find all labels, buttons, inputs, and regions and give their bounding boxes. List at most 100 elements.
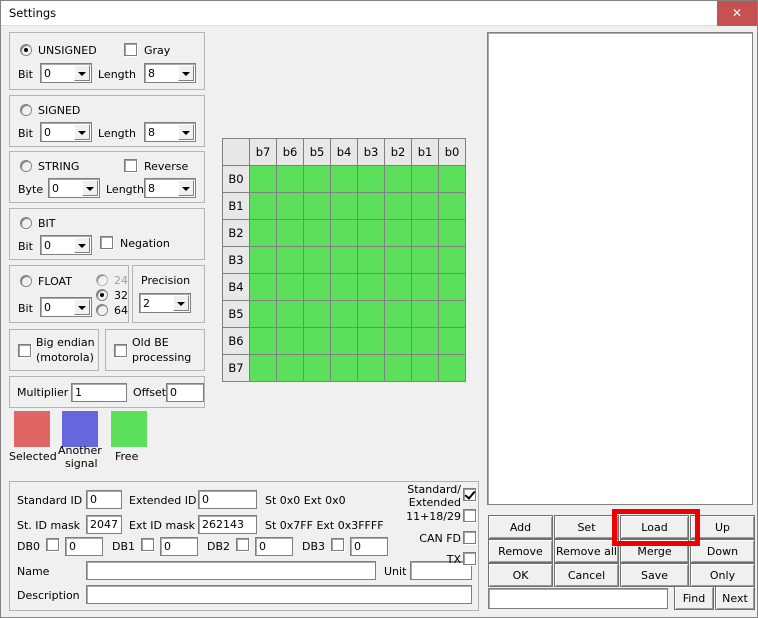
next-button[interactable]: Next: [715, 586, 755, 610]
combo-float-bit[interactable]: 0: [40, 297, 92, 317]
bit-cell-B2-b2[interactable]: [385, 220, 411, 246]
bit-cell-B0-b7[interactable]: [250, 166, 276, 192]
checkbox-reverse[interactable]: [124, 159, 137, 172]
bit-cell-B2-b3[interactable]: [358, 220, 384, 246]
close-icon[interactable]: ✕: [717, 1, 757, 26]
input-ext-id-mask[interactable]: 262143: [198, 515, 257, 534]
bit-cell-B2-b5[interactable]: [304, 220, 330, 246]
bit-cell-B7-b3[interactable]: [358, 355, 384, 381]
radio-float-32[interactable]: [96, 289, 108, 301]
only-button[interactable]: Only: [690, 563, 755, 587]
remove-all-button[interactable]: Remove all: [554, 539, 619, 563]
bit-cell-B0-b0[interactable]: [439, 166, 465, 192]
radio-unsigned[interactable]: [20, 44, 32, 56]
bit-cell-B6-b3[interactable]: [358, 328, 384, 354]
remove-button[interactable]: Remove: [488, 539, 553, 563]
bit-cell-B5-b5[interactable]: [304, 301, 330, 327]
combo-signed-length[interactable]: 8: [144, 122, 196, 142]
bit-cell-B4-b7[interactable]: [250, 274, 276, 300]
up-button[interactable]: Up: [690, 515, 755, 539]
combo-signed-bit[interactable]: 0: [40, 122, 92, 142]
radio-float-64[interactable]: [96, 304, 108, 316]
combo-bit-bit[interactable]: 0: [40, 235, 92, 255]
checkbox-can-fd[interactable]: [463, 531, 476, 544]
radio-string[interactable]: [20, 160, 32, 172]
bit-cell-B7-b4[interactable]: [331, 355, 357, 381]
checkbox-11-18-29[interactable]: [463, 509, 476, 522]
bit-cell-B7-b2[interactable]: [385, 355, 411, 381]
bit-cell-B3-b7[interactable]: [250, 247, 276, 273]
bit-cell-B4-b0[interactable]: [439, 274, 465, 300]
bit-cell-B6-b5[interactable]: [304, 328, 330, 354]
combo-unsigned-length[interactable]: 8: [144, 63, 196, 83]
input-description[interactable]: [86, 585, 472, 604]
bit-cell-B0-b1[interactable]: [412, 166, 438, 192]
bit-cell-B6-b6[interactable]: [277, 328, 303, 354]
radio-bit[interactable]: [20, 217, 32, 229]
input-db3[interactable]: 0: [350, 537, 388, 556]
bit-cell-B1-b2[interactable]: [385, 193, 411, 219]
bit-cell-B0-b2[interactable]: [385, 166, 411, 192]
down-button[interactable]: Down: [690, 539, 755, 563]
input-standard-id[interactable]: 0: [86, 490, 122, 509]
bit-cell-B4-b6[interactable]: [277, 274, 303, 300]
radio-float-24[interactable]: [96, 274, 108, 286]
input-multiplier[interactable]: 1: [71, 383, 127, 402]
bit-cell-B1-b0[interactable]: [439, 193, 465, 219]
radio-float[interactable]: [20, 275, 32, 287]
bit-cell-B0-b4[interactable]: [331, 166, 357, 192]
save-button[interactable]: Save: [620, 563, 689, 587]
bit-cell-B5-b7[interactable]: [250, 301, 276, 327]
bit-cell-B6-b0[interactable]: [439, 328, 465, 354]
bit-cell-B2-b6[interactable]: [277, 220, 303, 246]
bit-cell-B7-b1[interactable]: [412, 355, 438, 381]
checkbox-db0[interactable]: [46, 538, 59, 551]
bit-cell-B6-b1[interactable]: [412, 328, 438, 354]
bit-cell-B5-b6[interactable]: [277, 301, 303, 327]
radio-signed[interactable]: [20, 104, 32, 116]
bit-cell-B1-b6[interactable]: [277, 193, 303, 219]
checkbox-db3[interactable]: [331, 538, 344, 551]
bit-cell-B2-b7[interactable]: [250, 220, 276, 246]
bit-cell-B1-b4[interactable]: [331, 193, 357, 219]
bit-cell-B3-b3[interactable]: [358, 247, 384, 273]
load-button[interactable]: Load: [620, 515, 689, 539]
bit-cell-B3-b5[interactable]: [304, 247, 330, 273]
bit-cell-B1-b3[interactable]: [358, 193, 384, 219]
checkbox-tx[interactable]: [463, 552, 476, 565]
bit-cell-B2-b1[interactable]: [412, 220, 438, 246]
bit-cell-B7-b5[interactable]: [304, 355, 330, 381]
set-button[interactable]: Set: [554, 515, 619, 539]
checkbox-gray[interactable]: [124, 43, 137, 56]
bit-cell-B5-b1[interactable]: [412, 301, 438, 327]
checkbox-db2[interactable]: [236, 538, 249, 551]
bit-cell-B5-b2[interactable]: [385, 301, 411, 327]
bit-cell-B4-b4[interactable]: [331, 274, 357, 300]
bit-cell-B0-b3[interactable]: [358, 166, 384, 192]
bit-cell-B3-b0[interactable]: [439, 247, 465, 273]
input-db1[interactable]: 0: [160, 537, 198, 556]
merge-button[interactable]: Merge: [620, 539, 689, 563]
bit-cell-B0-b5[interactable]: [304, 166, 330, 192]
signal-list[interactable]: [487, 32, 753, 505]
bit-cell-B3-b1[interactable]: [412, 247, 438, 273]
bit-cell-B4-b3[interactable]: [358, 274, 384, 300]
search-input[interactable]: [488, 588, 668, 609]
bit-cell-B1-b5[interactable]: [304, 193, 330, 219]
checkbox-old-be[interactable]: [114, 344, 127, 357]
bit-cell-B1-b1[interactable]: [412, 193, 438, 219]
bit-cell-B1-b7[interactable]: [250, 193, 276, 219]
combo-precision[interactable]: 2: [139, 293, 191, 313]
checkbox-db1[interactable]: [141, 538, 154, 551]
input-db2[interactable]: 0: [255, 537, 293, 556]
bit-cell-B3-b6[interactable]: [277, 247, 303, 273]
bit-cell-B6-b2[interactable]: [385, 328, 411, 354]
bit-cell-B4-b1[interactable]: [412, 274, 438, 300]
bit-cell-B5-b0[interactable]: [439, 301, 465, 327]
combo-unsigned-bit[interactable]: 0: [40, 63, 92, 83]
bit-grid[interactable]: b7 b6 b5 b4 b3 b2 b1 b0 B0 B1 B2 B3 B4 B5 B6 B7: [222, 138, 466, 382]
cancel-button[interactable]: Cancel: [554, 563, 619, 587]
bit-cell-B3-b2[interactable]: [385, 247, 411, 273]
bit-cell-B4-b2[interactable]: [385, 274, 411, 300]
bit-cell-B4-b5[interactable]: [304, 274, 330, 300]
